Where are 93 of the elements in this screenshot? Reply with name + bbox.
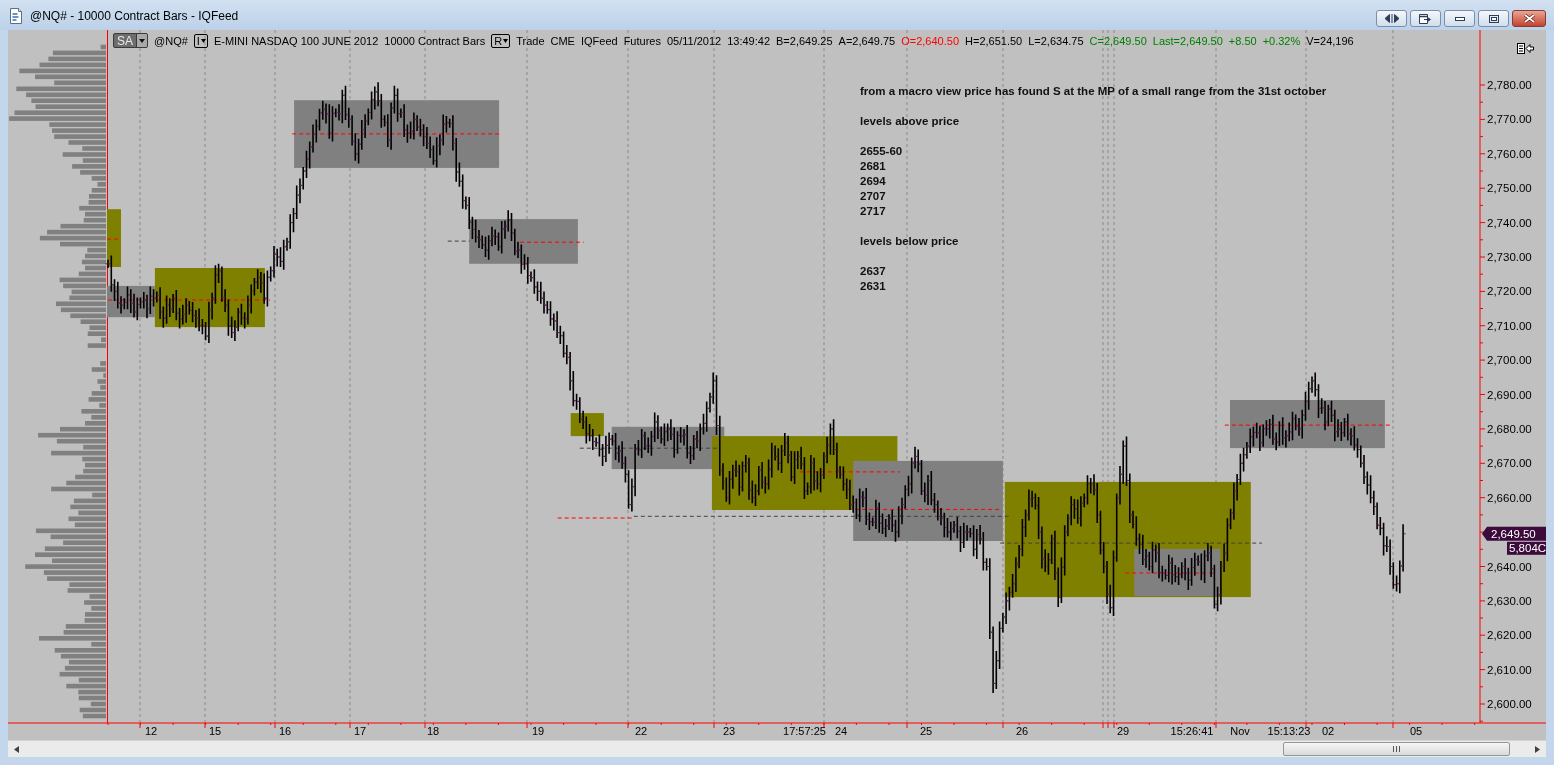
time-axis-label: 19 xyxy=(531,725,545,737)
note-text: from a macro view price has found S at the MP of a small range from the 31st october xyxy=(860,84,1327,99)
value-area-box xyxy=(107,209,121,267)
price-axis-label: 2,640.00 xyxy=(1487,560,1532,573)
quote-field: O=2,640.50 xyxy=(901,34,959,47)
dropdown-button[interactable]: SA xyxy=(113,33,148,48)
time-axis-label: 15 xyxy=(208,725,222,737)
window-arrow-icon xyxy=(1419,13,1432,24)
price-axis-label: 2,770.00 xyxy=(1487,113,1532,126)
time-axis-label: 22 xyxy=(634,725,648,737)
price-axis-label: 2,620.00 xyxy=(1487,629,1532,642)
quote-field: V=24,196 xyxy=(1306,34,1354,47)
minimize-button[interactable] xyxy=(1444,10,1475,27)
quote-field: IQFeed xyxy=(580,34,618,47)
price-axis-label: 2,700.00 xyxy=(1487,354,1532,367)
quote-field: H=2,651.50 xyxy=(965,34,1023,47)
dropdown-button[interactable]: R xyxy=(491,33,511,48)
maximize-icon xyxy=(1488,14,1499,23)
arrows-button[interactable] xyxy=(1376,10,1407,27)
minimize-icon xyxy=(1454,16,1465,21)
time-axis-label: 12 xyxy=(144,725,158,737)
window-title: @NQ# - 10000 Contract Bars - IQFeed xyxy=(30,9,239,23)
quote-field: +0.32% xyxy=(1262,34,1301,47)
quote-field: L=2,634.75 xyxy=(1028,34,1084,47)
quote-field: CME xyxy=(550,34,575,47)
left-right-arrows-icon xyxy=(1384,14,1399,23)
time-axis-label: 05 xyxy=(1409,725,1423,737)
quote-field: +8.50 xyxy=(1228,34,1257,47)
quote-field: Last=2,649.50 xyxy=(1152,34,1223,47)
quote-field: Futures xyxy=(623,34,661,47)
right-arrow-icon xyxy=(1535,745,1540,753)
dropdown-button[interactable]: I xyxy=(193,33,208,48)
time-axis-label: 18 xyxy=(426,725,440,737)
time-axis-label: 15:13:23 xyxy=(1267,725,1311,737)
level-value: 2694 xyxy=(860,174,886,189)
document-icon xyxy=(8,8,24,24)
left-arrow-icon xyxy=(14,745,19,753)
price-axis-label: 2,720.00 xyxy=(1487,285,1532,298)
window-arrow-button[interactable] xyxy=(1410,10,1441,27)
level-line xyxy=(519,241,585,243)
time-axis-label: 25 xyxy=(919,725,933,737)
instrument-description: E-MINI NASDAQ 100 JUNE 2012 xyxy=(213,34,379,47)
price-axis-label: 2,660.00 xyxy=(1487,491,1532,504)
scrollbar-thumb[interactable] xyxy=(1283,742,1510,756)
bar-type-label: 10000 Contract Bars xyxy=(384,34,486,47)
time-axis-label: 23 xyxy=(722,725,736,737)
price-axis-label: 2,690.00 xyxy=(1487,388,1532,401)
level-value: 2681 xyxy=(860,159,886,174)
quote-field: 05/11/2012 xyxy=(666,34,722,47)
list-arrow-icon[interactable] xyxy=(1517,43,1534,54)
time-axis-label: Nov xyxy=(1230,725,1250,737)
level-value: 2717 xyxy=(860,204,886,219)
time-axis-label: 15:26:41 xyxy=(1170,725,1214,737)
volume-tag: 5,804C xyxy=(1507,541,1546,555)
time-axis-label: 29 xyxy=(1116,725,1130,737)
time-axis-label: 02 xyxy=(1321,725,1335,737)
time-axis-label: 26 xyxy=(1015,725,1029,737)
time-axis-label: 17:57:25 xyxy=(783,725,826,737)
caret-icon xyxy=(503,38,509,43)
quote-field: Trade xyxy=(516,34,545,47)
level-value: 2637 xyxy=(860,264,886,279)
section-heading: levels above price xyxy=(860,114,960,129)
price-axis-label: 2,730.00 xyxy=(1487,251,1532,263)
price-axis-label: 2,750.00 xyxy=(1487,182,1532,195)
quote-field: 13:49:42 xyxy=(727,34,770,47)
time-axis-label: 24 xyxy=(834,725,848,737)
maximize-button[interactable] xyxy=(1478,10,1509,27)
quote-field: C=2,649.50 xyxy=(1089,34,1147,47)
level-value: 2707 xyxy=(860,189,886,204)
quote-field: B=2,649.25 xyxy=(776,34,833,47)
level-value: 2655-60 xyxy=(860,144,903,159)
price-axis-label: 2,680.00 xyxy=(1487,422,1532,435)
last-price-tag: 2,649.50 xyxy=(1482,526,1546,541)
grip-icon xyxy=(1393,746,1400,752)
close-button[interactable] xyxy=(1512,10,1546,27)
price-axis-label: 2,710.00 xyxy=(1487,319,1532,332)
time-axis-label: 17 xyxy=(353,725,367,737)
caret-icon xyxy=(200,38,206,43)
price-axis-label: 2,760.00 xyxy=(1487,147,1532,160)
price-axis-label: 2,610.00 xyxy=(1487,663,1532,676)
close-icon xyxy=(1523,14,1535,23)
time-axis-label: 16 xyxy=(278,725,292,737)
price-axis-label: 2,600.00 xyxy=(1487,698,1532,710)
price-axis-label: 2,670.00 xyxy=(1487,457,1532,470)
section-heading: levels below price xyxy=(860,234,959,249)
caret-icon xyxy=(136,34,147,47)
level-line xyxy=(447,240,471,242)
quote-field: A=2,649.75 xyxy=(838,34,896,47)
level-value: 2631 xyxy=(860,279,886,294)
symbol-label: @NQ# xyxy=(154,34,188,47)
price-axis-label: 2,740.00 xyxy=(1487,216,1532,229)
price-axis-label: 2,780.00 xyxy=(1487,79,1532,91)
price-axis-label: 2,630.00 xyxy=(1487,594,1532,607)
